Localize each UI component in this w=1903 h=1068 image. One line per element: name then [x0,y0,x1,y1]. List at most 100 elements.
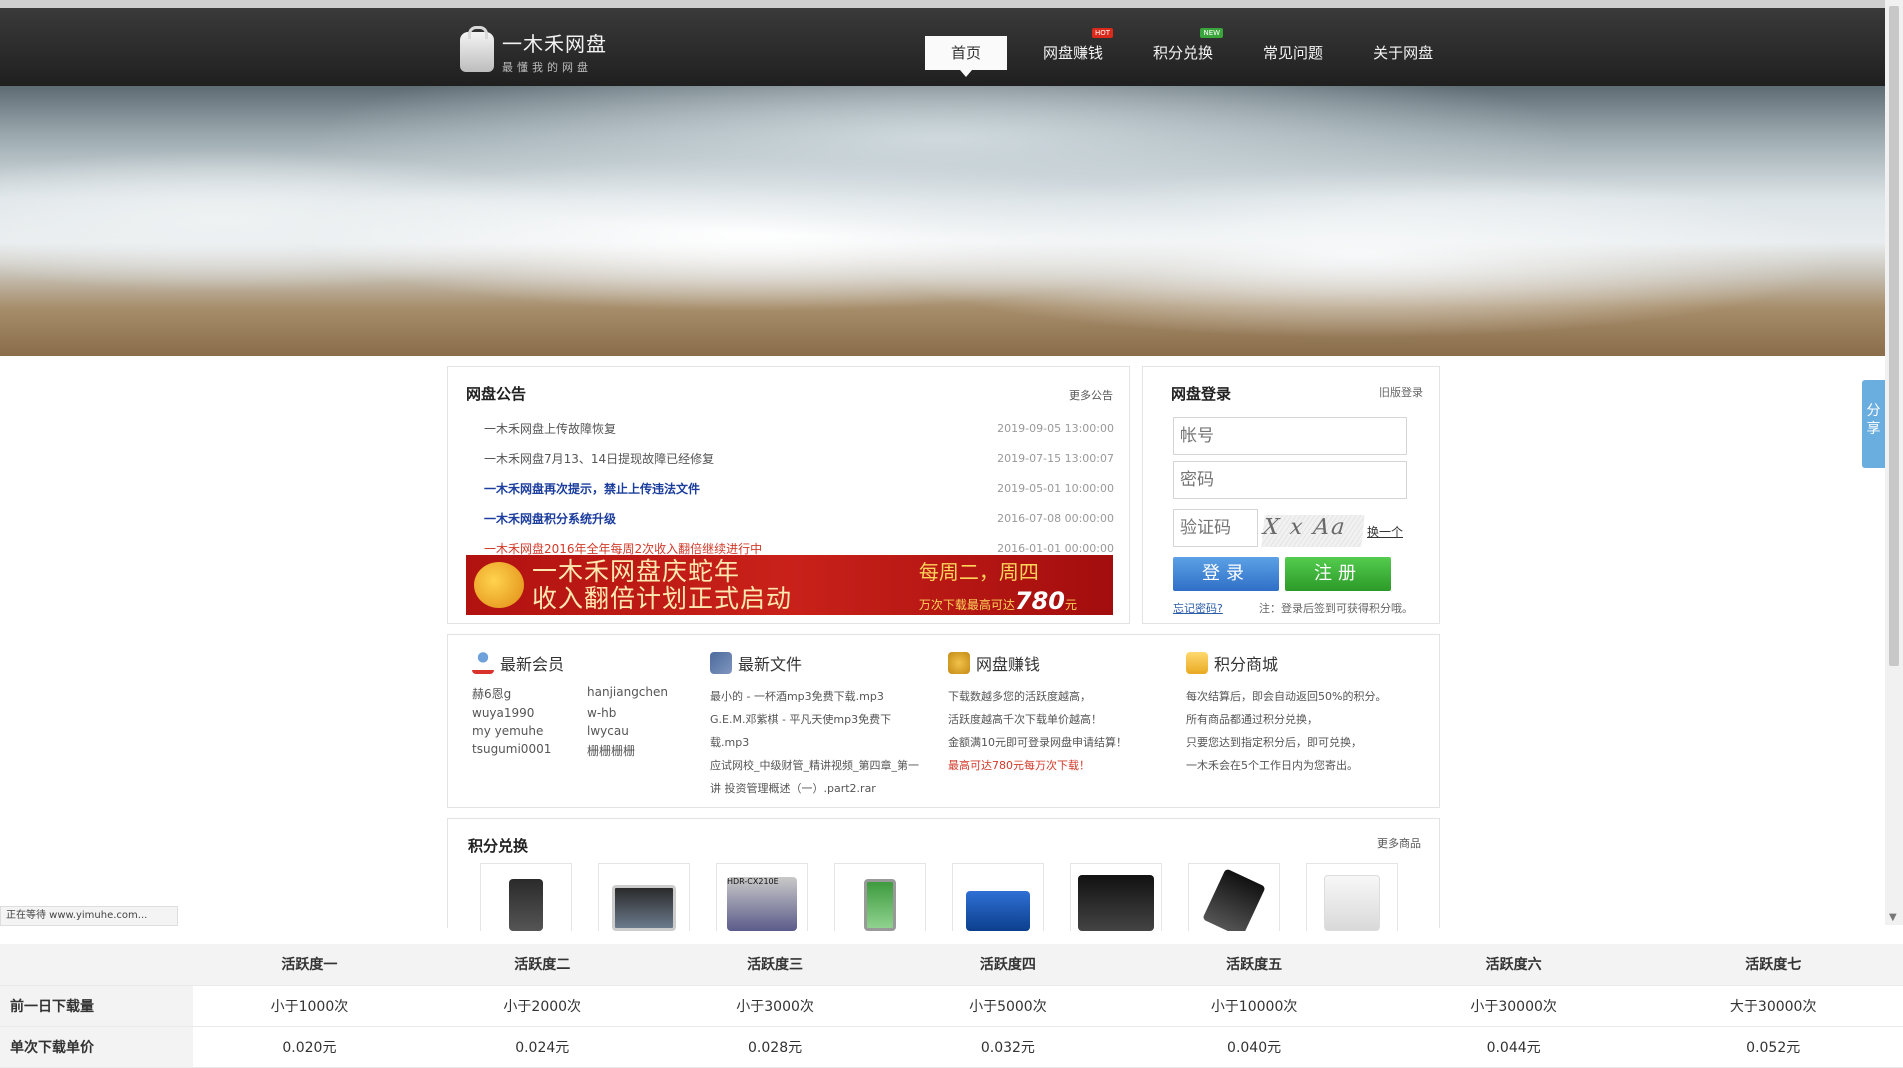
top-navbar: 一木禾网盘 最懂我的网盘 首页 网盘赚钱 HOT 积分兑换 NEW 常见问题 关于网… [0,0,1885,86]
table-header: 活跃度六 [1383,944,1644,986]
product-item[interactable] [1306,863,1398,931]
exchange-title: 积分兑换 [468,837,529,855]
earn-text: 下载数越多您的活跃度越高， [948,690,1091,703]
logo-subtitle: 最懂我的网盘 [502,61,592,74]
promo-banner[interactable]: 一木禾网盘庆蛇年 收入翻倍计划正式启动 每周二，周四 万次下载最高可达780元 [466,555,1113,615]
router-icon [1324,875,1380,931]
notice-title: 网盘公告 [466,385,527,403]
file-link[interactable]: G.E.M.邓紫棋 - 平凡天使mp3免费下 [710,708,940,731]
notice-panel: 网盘公告 更多公告 一木禾网盘上传故障恢复 2019-09-05 13:00:00… [447,366,1130,624]
file-link[interactable]: 载.mp3 [710,731,940,754]
row-label: 单次下载单价 [0,1026,193,1068]
nav-home[interactable]: 首页 [925,36,1008,77]
notice-item[interactable]: 一木禾网盘上传故障恢复 2019-09-05 13:00:00 [484,414,1114,444]
member-name[interactable]: 赫6恩g [472,685,587,702]
nav-earn[interactable]: 网盘赚钱 HOT [1029,28,1117,70]
earn-title: 网盘赚钱 [976,655,1041,674]
member-name[interactable]: 栅栅栅栅 [587,742,702,759]
new-files-section: 最新文件 最小的 - 一杯酒mp3免费下载.mp3 G.E.M.邓紫棋 - 平凡… [710,651,940,800]
file-link[interactable]: 讲 投资管理概述（一）.part2.rar [710,777,940,800]
table-cell: 小于30000次 [1383,985,1644,1027]
member-name[interactable]: my yemuhe [472,724,587,738]
mall-section: 积分商城 每次结算后，即会自动返回50%的积分。 所有商品都通过积分兑换， 只要… [1186,651,1416,777]
captcha-input[interactable] [1173,509,1258,547]
new-files-title: 最新文件 [738,655,803,674]
table-cell: 0.040元 [1124,1026,1384,1068]
old-login-link[interactable]: 旧版登录 [1379,384,1423,400]
more-notices-link[interactable]: 更多公告 [1069,387,1113,403]
product-item[interactable] [480,863,572,931]
coin-icon [948,652,970,674]
mall-title: 积分商城 [1214,655,1279,674]
notice-item[interactable]: 一木禾网盘7月13、14日提现故障已经修复 2019-07-15 13:00:07 [484,444,1114,474]
product-item[interactable]: HDR-CX210E [716,863,808,931]
notice-item[interactable]: 一木禾网盘再次提示，禁止上传违法文件 2019-05-01 10:00:00 [484,474,1114,504]
main-nav: 首页 网盘赚钱 HOT 积分兑换 NEW 常见问题 关于网盘 [925,28,1447,77]
promo-unit: 元 [1064,597,1077,612]
site-logo[interactable]: 一木禾网盘 最懂我的网盘 [460,25,607,75]
product-item[interactable] [834,863,926,931]
table-row: 单次下载单价 0.020元 0.024元 0.028元 0.032元 0.040… [0,1026,1903,1068]
login-button[interactable]: 登录 [1173,557,1279,591]
password-input[interactable] [1173,461,1407,499]
iphone-icon [509,879,543,931]
mall-text: 每次结算后，即会自动返回50%的积分。 [1186,690,1387,703]
forgot-password-link[interactable]: 忘记密码? [1173,600,1223,616]
scroll-down-arrow-icon[interactable]: ▼ [1889,912,1897,923]
table-header-row: 活跃度一 活跃度二 活跃度三 活跃度四 活跃度五 活跃度六 活跃度七 [0,944,1903,986]
table-cell: 0.020元 [193,1026,426,1068]
notice-item[interactable]: 一木禾网盘积分系统升级 2016-07-08 00:00:00 [484,504,1114,534]
member-name[interactable]: tsugumi0001 [472,742,587,759]
table-header: 活跃度一 [193,944,426,986]
tv-box-icon [1078,875,1154,931]
file-link[interactable]: 最小的 - 一杯酒mp3免费下载.mp3 [710,685,940,708]
promo-side-line-2: 万次下载最高可达 [918,597,1015,612]
mall-text: 一木禾会在5个工作日内为您寄出。 [1186,759,1358,772]
earn-text: 金额满10元即可登录网盘申请结算！ [948,736,1127,749]
scrollbar-thumb[interactable] [1889,6,1899,666]
member-name[interactable]: hanjiangchen [587,685,702,702]
mall-text: 只要您达到指定积分后，即可兑换， [1186,736,1362,749]
captcha-image[interactable]: X x Aa [1261,515,1365,547]
table-header: 活跃度五 [1124,944,1384,986]
product-item[interactable] [598,863,690,931]
table-corner [0,944,193,986]
file-icon [710,652,732,674]
account-input[interactable] [1173,417,1407,455]
exchange-panel: 积分兑换 更多商品 HDR-CX210E [447,818,1440,931]
promo-amount: 780 [1014,586,1065,615]
file-link[interactable]: 应试网校_中级财管_精讲视频_第四章_第一 [710,754,940,777]
nav-about[interactable]: 关于网盘 [1359,36,1447,70]
table-cell: 0.044元 [1383,1026,1644,1068]
member-name[interactable]: lwycau [587,724,702,738]
member-name[interactable]: wuya1990 [472,706,587,720]
login-title: 网盘登录 [1171,385,1232,403]
table-header: 活跃度七 [1643,944,1903,986]
register-button[interactable]: 注册 [1285,557,1391,591]
new-members-title: 最新会员 [500,655,565,674]
browser-status-bar: 正在等待 www.yimuhe.com... [0,906,178,926]
info-panel: 最新会员 赫6恩g hanjiangchen wuya1990 w-hb my … [447,634,1440,808]
table-cell: 0.032元 [891,1026,1125,1068]
new-badge: NEW [1200,28,1224,38]
captcha-refresh-link[interactable]: 换一个 [1367,523,1403,540]
product-item[interactable] [1188,863,1280,931]
product-item[interactable] [952,863,1044,931]
page-scrollbar[interactable]: ▼ [1885,0,1903,925]
earn-text: 活跃度越高千次下载单价越高！ [948,713,1102,726]
promo-side-line-1: 每周二，周四 [918,559,1039,584]
new-members-section: 最新会员 赫6恩g hanjiangchen wuya1990 w-hb my … [472,651,702,759]
table-cell: 0.024元 [425,1026,659,1068]
nav-faq[interactable]: 常见问题 [1249,36,1337,70]
money-bag-icon [474,562,524,608]
member-name[interactable]: w-hb [587,706,702,720]
table-cell: 大于30000次 [1643,985,1903,1027]
product-item[interactable] [1070,863,1162,931]
more-products-link[interactable]: 更多商品 [1377,835,1421,851]
nav-exchange[interactable]: 积分兑换 NEW [1139,28,1227,70]
table-cell: 小于3000次 [658,985,892,1027]
member-icon [472,652,494,674]
share-tab[interactable]: 分享 [1862,380,1885,468]
camcorder-icon: HDR-CX210E [727,877,797,931]
earn-section: 网盘赚钱 下载数越多您的活跃度越高， 活跃度越高千次下载单价越高！ 金额满10元… [948,651,1178,777]
